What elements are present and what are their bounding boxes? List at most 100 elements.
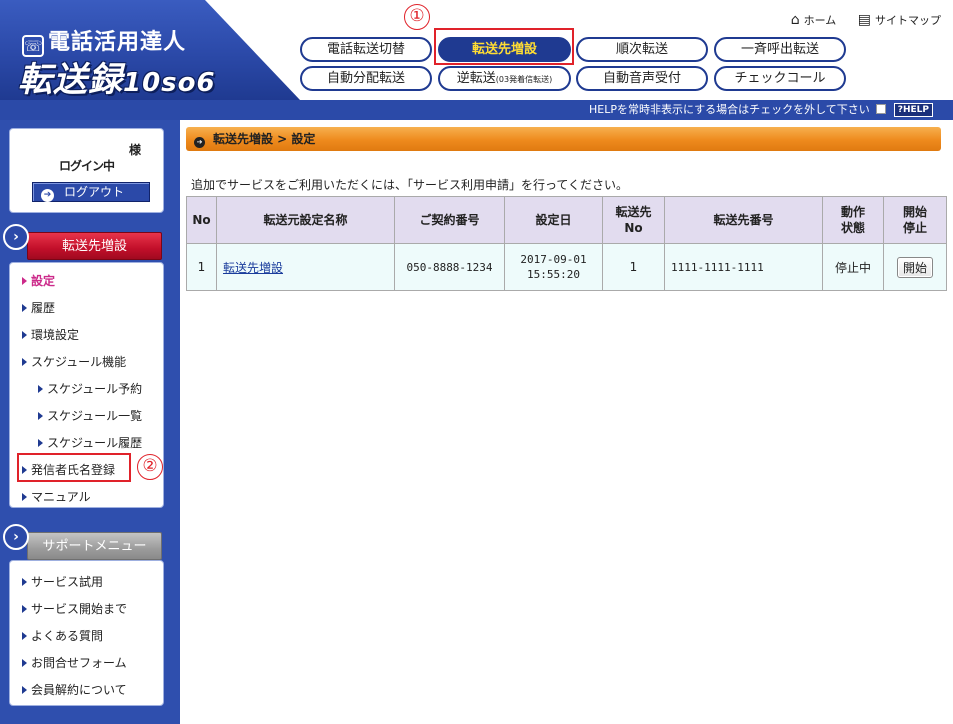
service-notice: 追加でサービスをご利用いただくには、「サービス利用申請」を行ってください。 (191, 178, 629, 192)
cell-no: 1 (186, 243, 217, 291)
login-box: 様 ログイン中 ➔ ログアウト (9, 128, 164, 213)
menu-item-label: スケジュール履歴 (47, 436, 143, 450)
section-forward-title: 転送先増設 (27, 232, 162, 260)
menu-item-manual[interactable]: マニュアル (22, 488, 91, 505)
menu-item-environment[interactable]: 環境設定 (22, 326, 79, 343)
login-status: ログイン中 (58, 159, 115, 173)
help-bar: HELPを常時非表示にする場合はチェックを外して下さい ?HELP (0, 100, 953, 120)
support-item-start[interactable]: サービス開始まで (22, 600, 127, 617)
help-bar-text: HELPを常時非表示にする場合はチェックを外して下さい (589, 103, 870, 116)
menu-item-label: 設定 (31, 274, 56, 288)
menu-item-label: お問合せフォーム (31, 656, 127, 670)
col-date: 設定日 (504, 196, 603, 244)
menu-item-label: 履歴 (31, 301, 56, 315)
setting-name-link[interactable]: 転送先増設 (223, 261, 283, 275)
nav-call-forward-switch[interactable]: 電話転送切替 (300, 37, 432, 62)
cell-status: 停止中 (822, 243, 884, 291)
sidebar: 様 ログイン中 ➔ ログアウト › 転送先増設 設定 履歴 環境設定 スケジュール… (0, 120, 180, 724)
triangle-right-icon (38, 385, 43, 393)
nav-reverse-forward[interactable]: 逆転送(03発着信転送) (438, 66, 571, 91)
annotation-number-2: ② (137, 454, 163, 480)
help-checkbox[interactable] (875, 104, 886, 114)
col-dest-number: 転送先番号 (664, 196, 823, 244)
menu-item-label: スケジュール一覧 (47, 409, 143, 423)
cell-dest-no: 1 (602, 243, 665, 291)
chevron-right-icon: › (3, 524, 29, 550)
menu-item-label: サービス開始まで (31, 602, 128, 616)
sitemap-icon: ▤ (857, 12, 871, 28)
section-support-header: › サポートメニュー (3, 524, 164, 560)
menu-item-schedule-reserve[interactable]: スケジュール予約 (38, 380, 142, 397)
sitemap-link[interactable]: ▤ サイトマップ (857, 12, 941, 28)
menu-item-label: 環境設定 (31, 328, 80, 342)
col-status: 動作 状態 (822, 196, 884, 244)
menu-item-label: スケジュール予約 (47, 382, 143, 396)
cell-action: 開始 (883, 243, 947, 291)
breadcrumb: ➔ 転送先増設 > 設定 (186, 127, 941, 151)
menu-item-settings[interactable]: 設定 (22, 272, 55, 289)
triangle-right-icon (22, 493, 27, 501)
home-label: ホーム (803, 14, 837, 27)
home-icon: ⌂ (790, 12, 800, 28)
menu-item-schedule[interactable]: スケジュール機能 (22, 353, 126, 370)
triangle-right-icon (22, 304, 27, 312)
logo-brand-sub: 10so6 (123, 68, 216, 98)
cell-date: 2017-09-01 15:55:20 (504, 243, 603, 291)
triangle-right-icon (22, 632, 27, 640)
support-menu: サービス試用 サービス開始まで よくある質問 お問合せフォーム 会員解約について (9, 560, 164, 706)
table-row: 1 転送先増設 050-8888-1234 2017-09-01 15:55:20… (186, 243, 947, 291)
triangle-right-icon (22, 277, 27, 285)
cell-dest-number: 1111-1111-1111 (664, 243, 823, 291)
table-header-row: No 転送元設定名称 ご契約番号 設定日 転送先 No 転送先番号 動作 状態 … (186, 196, 947, 244)
breadcrumb-text: 転送先増設 > 設定 (213, 132, 316, 146)
menu-item-label: 会員解約について (31, 683, 127, 697)
help-button[interactable]: ?HELP (893, 103, 933, 117)
header: ☏ 電話活用達人 転送録10so6 ⌂ ホーム ▤ サイトマップ 電話転送切替 転送先… (0, 0, 953, 100)
logo[interactable]: ☏ 電話活用達人 転送録10so6 (0, 0, 300, 100)
nav-auto-voice[interactable]: 自動音声受付 (576, 66, 708, 91)
user-suffix: 様 (128, 143, 141, 157)
section-support-title: サポートメニュー (27, 532, 162, 560)
triangle-right-icon (22, 686, 27, 694)
col-contract: ご契約番号 (394, 196, 505, 244)
menu-item-schedule-list[interactable]: スケジュール一覧 (38, 407, 142, 424)
logout-label: ログアウト (64, 185, 125, 199)
chevron-right-icon: › (3, 224, 29, 250)
sitemap-label: サイトマップ (875, 14, 941, 27)
menu-item-schedule-history[interactable]: スケジュール履歴 (38, 434, 142, 451)
triangle-right-icon (22, 659, 27, 667)
nav-check-call[interactable]: チェックコール (714, 66, 846, 91)
cell-date-time: 15:55:20 (527, 268, 580, 281)
support-item-cancel[interactable]: 会員解約について (22, 681, 127, 698)
support-item-contact[interactable]: お問合せフォーム (22, 654, 127, 671)
annotation-box-1 (434, 28, 574, 65)
col-name: 転送元設定名称 (216, 196, 395, 244)
triangle-right-icon (22, 605, 27, 613)
triangle-right-icon (22, 331, 27, 339)
menu-item-label: よくある質問 (31, 629, 104, 643)
support-item-faq[interactable]: よくある質問 (22, 627, 103, 644)
start-button[interactable]: 開始 (896, 256, 933, 278)
logo-brand: 転送録10so6 (18, 52, 216, 100)
menu-item-label: サービス試用 (31, 575, 104, 589)
forward-settings-table: No 転送元設定名称 ご契約番号 設定日 転送先 No 転送先番号 動作 状態 … (186, 196, 947, 291)
triangle-right-icon (38, 439, 43, 447)
logo-brand-main: 転送録 (18, 60, 123, 100)
arrow-right-icon: ➔ (194, 137, 205, 148)
menu-item-label: マニュアル (31, 490, 91, 504)
section-forward-header: › 転送先増設 (3, 224, 164, 260)
nav-auto-distribution[interactable]: 自動分配転送 (300, 66, 432, 91)
cell-name: 転送先増設 (216, 243, 395, 291)
support-item-trial[interactable]: サービス試用 (22, 573, 103, 590)
menu-item-history[interactable]: 履歴 (22, 299, 55, 316)
nav-reverse-forward-note: (03発着信転送) (495, 75, 553, 84)
nav-sequential-forward[interactable]: 順次転送 (576, 37, 708, 62)
top-links: ⌂ ホーム ▤ サイトマップ (773, 12, 941, 28)
logout-button[interactable]: ➔ ログアウト (32, 182, 150, 202)
annotation-number-1: ① (404, 4, 430, 30)
col-no: No (186, 196, 217, 244)
nav-simultaneous-forward[interactable]: 一斉呼出転送 (714, 37, 846, 62)
home-link[interactable]: ⌂ ホーム (790, 12, 837, 28)
arrow-right-icon: ➔ (41, 189, 54, 202)
triangle-right-icon (38, 412, 43, 420)
